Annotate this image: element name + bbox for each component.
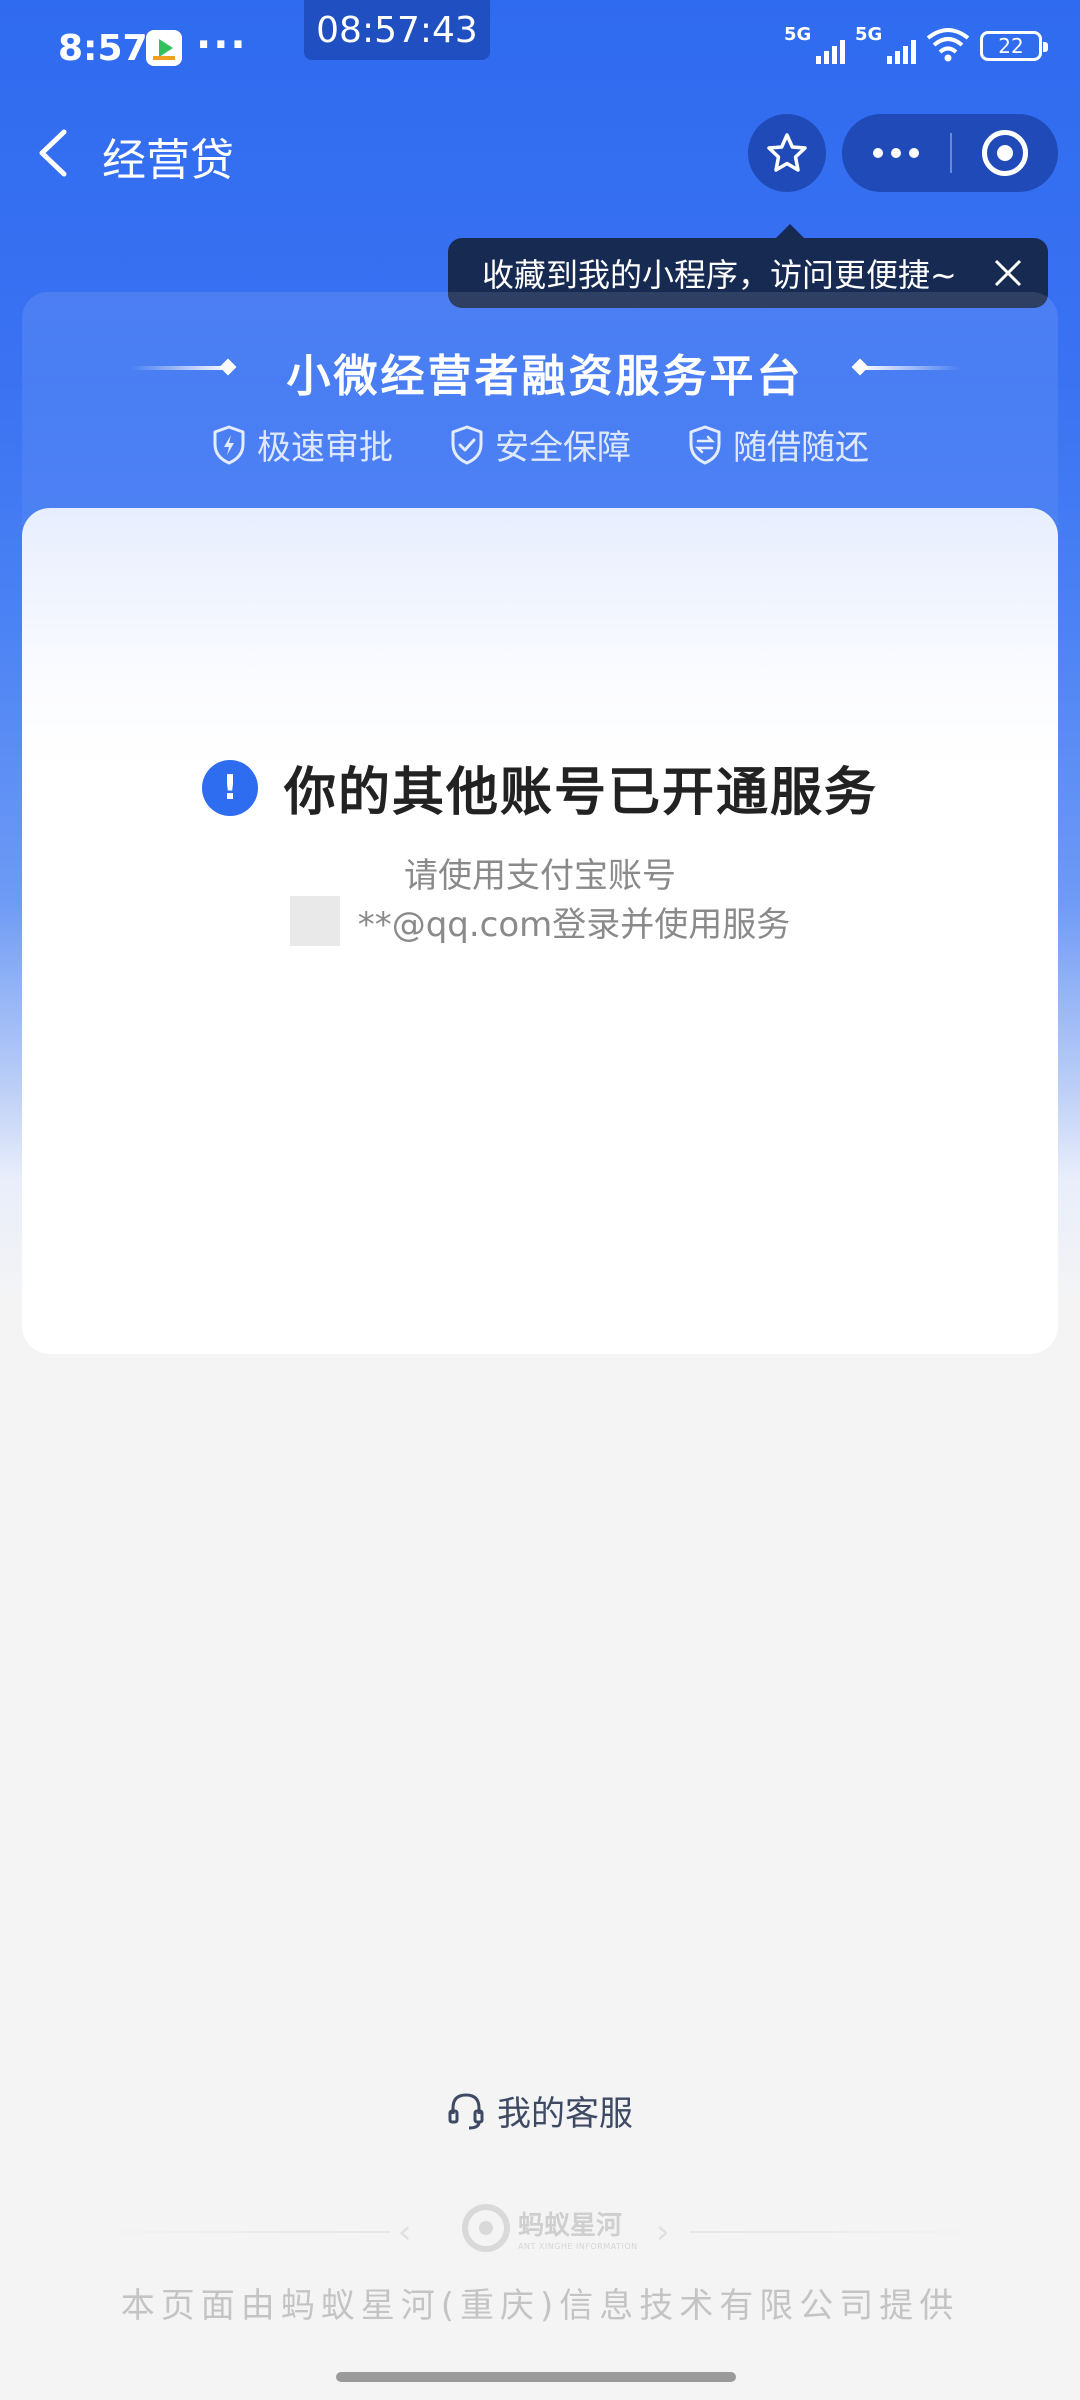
clock-overlay: 08:57:43 [304, 0, 490, 60]
headset-icon [448, 2092, 484, 2129]
logo-text-en: ANT XINGHE INFORMATION [518, 2242, 638, 2251]
close-icon[interactable] [990, 255, 1026, 291]
star-icon [767, 133, 807, 172]
signal-5g-icon-2: 5G [855, 24, 916, 64]
chevron-left-icon: ‹ [398, 2212, 412, 2252]
provider-notice: 本页面由蚂蚁星河(重庆)信息技术有限公司提供 [120, 2286, 960, 2326]
wifi-icon [926, 26, 970, 66]
battery-icon: 22 [980, 31, 1048, 61]
status-indicators: 5G 5G 22 [784, 24, 1048, 66]
more-menu-button[interactable] [842, 114, 950, 192]
logo-text-cn: 蚂蚁星河 [518, 2211, 623, 2241]
ant-xinghe-logo: 蚂蚁星河 ANT XINGHE INFORMATION [462, 2204, 638, 2252]
chevron-left-icon [39, 129, 67, 177]
status-bar: 8:57 ··· 08:57:43 5G 5G 22 [0, 0, 1080, 100]
feature-flexible-repay: 随借随还 [687, 420, 869, 469]
title-decoration-left [130, 366, 230, 370]
message-line-2: **@qq.com登录并使用服务 [357, 904, 791, 945]
info-icon: ! [201, 759, 258, 816]
exchange-shield-icon [689, 425, 721, 464]
customer-service-label: 我的客服 [497, 2094, 633, 2134]
customer-service-link[interactable]: 我的客服 [0, 2086, 1080, 2135]
feature-label: 极速审批 [257, 428, 393, 468]
tooltip-text: 收藏到我的小程序，访问更便捷~ [482, 256, 957, 294]
feature-list: 极速审批 安全保障 随借随还 [0, 420, 1080, 469]
close-miniprogram-button[interactable] [952, 114, 1058, 192]
chevron-right-icon: › [656, 2212, 670, 2252]
feature-label: 随借随还 [733, 428, 869, 468]
message-row: ! 你的其他账号已开通服务 [0, 750, 1080, 825]
platform-title: 小微经营者融资服务平台 [286, 351, 804, 402]
back-button[interactable] [28, 118, 78, 188]
footer-divider-right [690, 2231, 990, 2233]
account-avatar [289, 896, 340, 946]
lightning-shield-icon [213, 425, 245, 464]
message-line-1: 请使用支付宝账号 [404, 856, 676, 896]
check-shield-icon [451, 425, 483, 464]
status-more-icon: ··· [196, 22, 248, 68]
video-app-icon [146, 30, 182, 66]
favorite-button[interactable] [748, 114, 826, 192]
signal-5g-icon: 5G [784, 24, 845, 64]
footer-divider-left [90, 2231, 390, 2233]
home-indicator[interactable] [336, 2372, 736, 2382]
feature-security: 安全保障 [449, 420, 631, 469]
message-line-2-row: **@qq.com登录并使用服务 [0, 896, 1080, 946]
capsule-menu [842, 114, 1058, 192]
page-title: 经营贷 [102, 135, 234, 186]
target-icon [982, 130, 1028, 176]
feature-label: 安全保障 [495, 428, 631, 468]
message-title: 你的其他账号已开通服务 [283, 763, 878, 823]
title-decoration-right [860, 366, 960, 370]
ant-xinghe-logo-mark [462, 2204, 510, 2252]
status-time: 8:57 [58, 28, 148, 69]
feature-fast-approval: 极速审批 [211, 420, 393, 469]
